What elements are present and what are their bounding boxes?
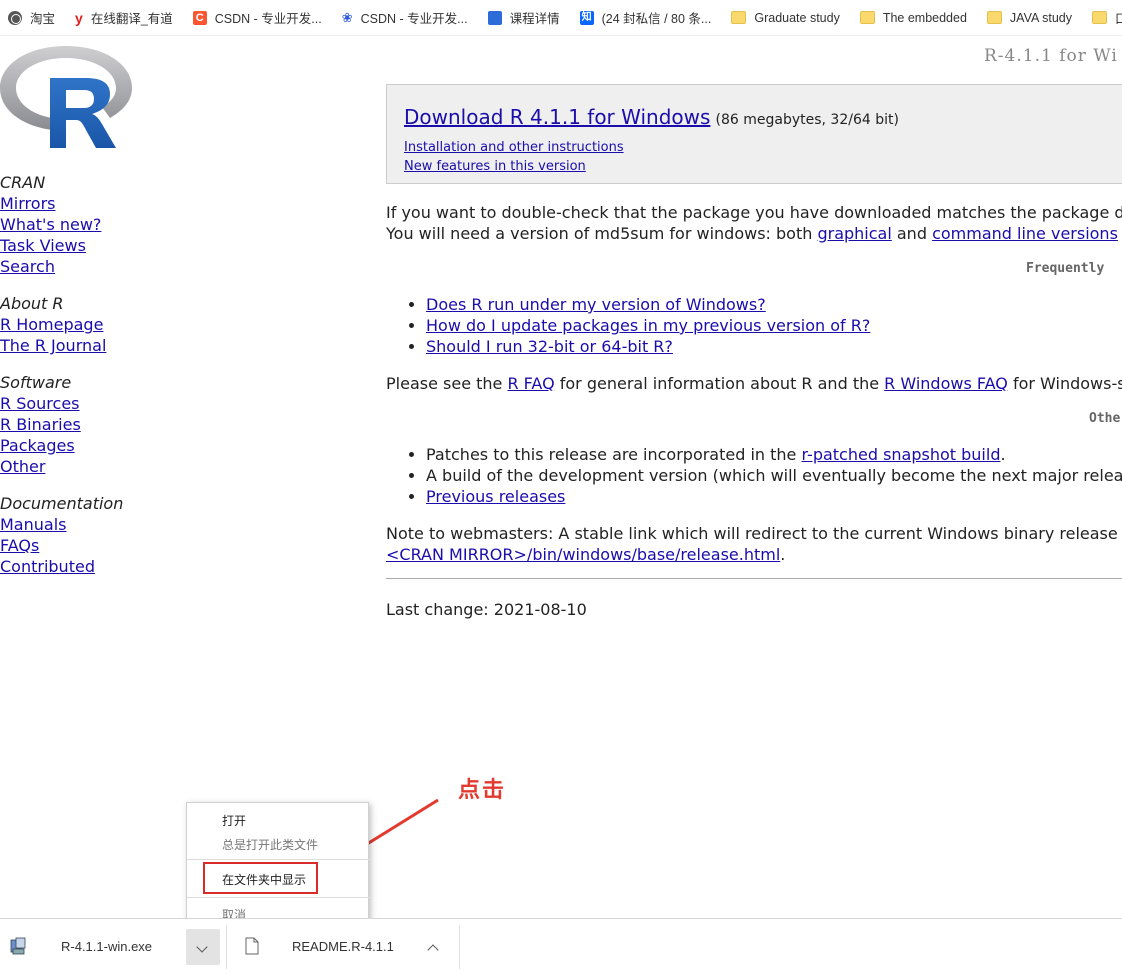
- webmaster-note: Note to webmasters: A stable link which …: [386, 524, 1122, 564]
- list-item: Previous releases: [426, 486, 1122, 507]
- nav-group-about: About R R Homepage The R Journal: [0, 293, 123, 356]
- list-item: Does R run under my version of Windows?: [426, 294, 870, 315]
- list-item: Patches to this release are incorporated…: [426, 444, 1122, 465]
- page-title: R-4.1.1 for Wi: [984, 46, 1118, 66]
- nav-heading: Documentation: [0, 494, 124, 513]
- faq-link-windows-version[interactable]: Does R run under my version of Windows?: [426, 295, 766, 314]
- see-faq-paragraph: Please see the R FAQ for general informa…: [386, 374, 1122, 393]
- nav-group-cran: CRAN Mirrors What's new? Task Views Sear…: [0, 172, 123, 277]
- bookmark-mask[interactable]: 口罩: [1092, 8, 1122, 27]
- chevron-up-icon: [427, 944, 439, 956]
- menu-item-show-in-folder[interactable]: 在文件夹中显示: [222, 871, 306, 888]
- graphical-link[interactable]: graphical: [817, 224, 891, 243]
- baidu-paw-icon: ❀: [341, 9, 353, 25]
- folder-icon: [731, 11, 747, 24]
- download-item-r-exe[interactable]: R-4.1.1-win.exe: [0, 919, 226, 975]
- other-list: Patches to this release are incorporated…: [386, 444, 1122, 507]
- download-menu-button[interactable]: [423, 929, 447, 965]
- nav-link-r-journal[interactable]: The R Journal: [0, 335, 123, 356]
- menu-separator: [187, 897, 370, 898]
- bookmark-zhihu[interactable]: 知 (24 封私信 / 80 条...: [579, 8, 711, 27]
- md5-line-2: You will need a version of md5sum for wi…: [386, 224, 1118, 243]
- divider: [386, 578, 1122, 579]
- nav-group-documentation: Documentation Manuals FAQs Contributed: [0, 493, 123, 577]
- nav-link-r-homepage[interactable]: R Homepage: [0, 314, 123, 335]
- download-box: Download R 4.1.1 for Windows (86 megabyt…: [386, 84, 1122, 184]
- download-shelf: R-4.1.1-win.exe README.R-4.1.1: [0, 918, 1122, 974]
- download-item-readme[interactable]: README.R-4.1.1: [227, 919, 459, 975]
- annotation-label: 点击: [458, 777, 507, 803]
- list-item: A build of the development version (whic…: [426, 465, 1122, 486]
- download-r-link[interactable]: Download R 4.1.1 for Windows: [404, 105, 710, 129]
- download-sublinks: Installation and other instructions New …: [404, 138, 624, 176]
- last-change: Last change: 2021-08-10: [386, 600, 587, 619]
- nav-link-packages[interactable]: Packages: [0, 435, 123, 456]
- release-html-link[interactable]: <CRAN MIRROR>/bin/windows/base/release.h…: [386, 545, 780, 564]
- menu-item-open[interactable]: 打开: [222, 812, 246, 829]
- zhihu-icon: 知: [579, 10, 594, 25]
- nav-link-faqs[interactable]: FAQs: [0, 535, 123, 556]
- youdao-icon: y: [75, 9, 83, 26]
- file-icon: [245, 937, 259, 955]
- nav-heading: About R: [0, 294, 64, 313]
- faq-heading: Frequently: [1026, 261, 1105, 276]
- bookmark-java-study[interactable]: JAVA study: [986, 11, 1072, 25]
- globe-icon: [8, 10, 22, 25]
- r-faq-link[interactable]: R FAQ: [507, 374, 554, 393]
- nav-link-whats-new[interactable]: What's new?: [0, 214, 123, 235]
- folder-icon: [1092, 11, 1107, 24]
- md5-paragraph: If you want to double-check that the pac…: [386, 202, 1122, 244]
- nav-link-task-views[interactable]: Task Views: [0, 235, 123, 256]
- nav-link-r-binaries[interactable]: R Binaries: [0, 414, 123, 435]
- nav-link-contributed[interactable]: Contributed: [0, 556, 123, 577]
- new-features-link[interactable]: New features in this version: [404, 157, 624, 176]
- csdn-icon: C: [192, 10, 207, 25]
- course-icon: [487, 10, 502, 25]
- nav-link-mirrors[interactable]: Mirrors: [0, 193, 123, 214]
- folder-icon: [859, 11, 875, 24]
- install-instructions-link[interactable]: Installation and other instructions: [404, 138, 624, 157]
- faq-link-32-64-bit[interactable]: Should I run 32-bit or 64-bit R?: [426, 337, 673, 356]
- list-item: Should I run 32-bit or 64-bit R?: [426, 336, 870, 357]
- shelf-separator: [459, 925, 460, 969]
- r-patched-link[interactable]: r-patched snapshot build: [801, 445, 1000, 464]
- bookmark-course[interactable]: 课程详情: [487, 8, 560, 27]
- nav-group-software: Software R Sources R Binaries Packages O…: [0, 372, 123, 477]
- bookmark-graduate-study[interactable]: Graduate study: [731, 11, 840, 25]
- download-context-menu: 打开 总是打开此类文件 在文件夹中显示 取消: [186, 802, 370, 928]
- r-logo[interactable]: [0, 44, 132, 150]
- download-size-note: (86 megabytes, 32/64 bit): [715, 112, 899, 128]
- r-windows-faq-link[interactable]: R Windows FAQ: [884, 374, 1008, 393]
- faq-link-update-packages[interactable]: How do I update packages in my previous …: [426, 316, 870, 335]
- bookmark-youdao[interactable]: y 在线翻译_有道: [75, 8, 173, 27]
- left-nav: CRAN Mirrors What's new? Task Views Sear…: [0, 172, 123, 593]
- menu-separator: [187, 859, 370, 860]
- nav-link-manuals[interactable]: Manuals: [0, 514, 123, 535]
- download-line: Download R 4.1.1 for Windows (86 megabyt…: [404, 105, 899, 129]
- nav-link-r-sources[interactable]: R Sources: [0, 393, 123, 414]
- nav-heading: CRAN: [0, 173, 46, 192]
- chevron-down-icon: [196, 941, 208, 953]
- download-filename: README.R-4.1.1: [292, 939, 394, 954]
- bookmark-the-embedded[interactable]: The embedded: [859, 11, 967, 25]
- download-menu-button[interactable]: [186, 929, 220, 965]
- bookmark-csdn-1[interactable]: C CSDN - 专业开发...: [192, 8, 322, 27]
- nav-link-search[interactable]: Search: [0, 256, 123, 277]
- previous-releases-link[interactable]: Previous releases: [426, 487, 565, 506]
- list-item: How do I update packages in my previous …: [426, 315, 870, 336]
- installer-icon: [10, 937, 26, 955]
- command-line-link[interactable]: command line versions: [932, 224, 1118, 243]
- bookmark-taobao[interactable]: 淘宝: [8, 8, 55, 27]
- bookmark-csdn-2[interactable]: ❀ CSDN - 专业开发...: [342, 8, 468, 27]
- faq-list: Does R run under my version of Windows? …: [386, 294, 870, 357]
- md5-line-1: If you want to double-check that the pac…: [386, 203, 1122, 222]
- bookmarks-bar: 淘宝 y 在线翻译_有道 C CSDN - 专业开发... ❀ CSDN - 专业开发…: [0, 0, 1122, 36]
- menu-item-always-open[interactable]: 总是打开此类文件: [222, 836, 318, 853]
- nav-heading: Software: [0, 373, 72, 392]
- other-heading: Othe: [1089, 411, 1121, 426]
- download-filename: R-4.1.1-win.exe: [61, 939, 153, 954]
- nav-link-other[interactable]: Other: [0, 456, 123, 477]
- folder-icon: [986, 11, 1002, 24]
